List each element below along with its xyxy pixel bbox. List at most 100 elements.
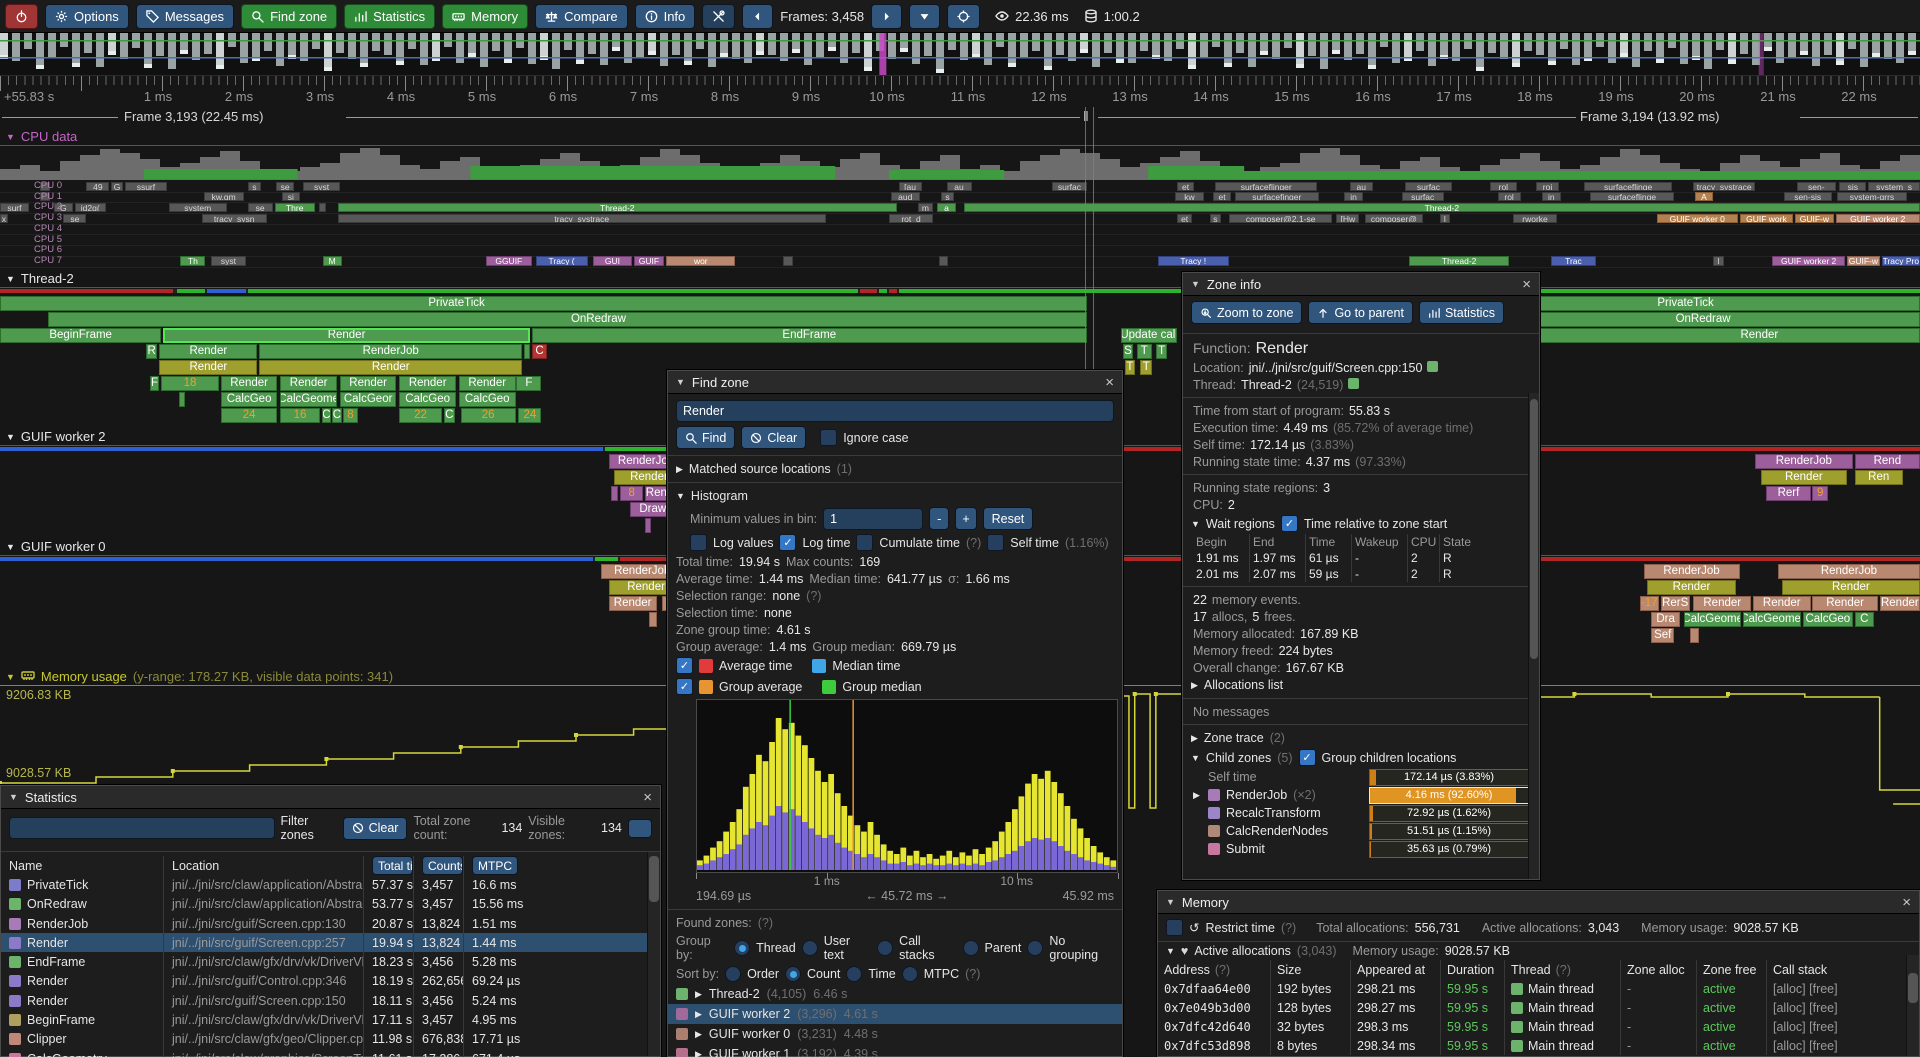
timeline-zone[interactable]: Render	[259, 360, 522, 375]
expand-icon[interactable]: ▶	[695, 1029, 702, 1040]
cpu-zone[interactable]: GGUIF	[486, 256, 532, 265]
timeline-zone[interactable]: RenderJob	[1644, 564, 1740, 579]
cpu-zone[interactable]	[319, 203, 327, 212]
tools-button[interactable]	[702, 4, 735, 29]
column-total-time[interactable]: Total time	[363, 856, 413, 875]
cpu-zone[interactable]: a	[937, 203, 956, 212]
child-zone-time-bar[interactable]: 51.51 µs (1.15%)	[1369, 823, 1529, 840]
timeline-zone[interactable]: Render	[609, 596, 657, 611]
cpu-zone[interactable]: A	[1695, 192, 1712, 201]
timeline-zone[interactable]: PrivateTick	[0, 296, 1087, 311]
column-mtpc[interactable]: MTPC	[463, 856, 660, 875]
memory-button[interactable]: Memory	[442, 4, 528, 29]
collapse-icon[interactable]: ▼	[6, 132, 15, 142]
goto-frame-button[interactable]	[947, 4, 980, 29]
cpu-zone[interactable]: au	[947, 182, 972, 191]
timeline-zone[interactable]: 8	[620, 486, 643, 501]
cpu-zone[interactable]	[783, 256, 793, 265]
timeline-zone[interactable]: 16	[280, 408, 319, 423]
child-zone-time-bar[interactable]: 35.63 µs (0.79%)	[1369, 841, 1529, 858]
group-by-radio-call-stacks[interactable]	[877, 940, 893, 956]
cpu-zone[interactable]: G	[111, 182, 123, 191]
timeline-zone[interactable]: Render	[1782, 580, 1920, 595]
column-duration[interactable]: Duration	[1440, 960, 1504, 979]
timeline-zone[interactable]: EndFrame	[532, 328, 1087, 343]
collapse-icon[interactable]: ▼	[1166, 897, 1175, 907]
timeline-zone[interactable]: Render	[399, 376, 456, 391]
child-zone-row[interactable]: ▶RenderJob(×2)4.16 ms (92.60%)	[1183, 786, 1539, 804]
timeline-zone[interactable]: Render	[159, 360, 257, 375]
timeline-zone[interactable]: Dra	[1651, 612, 1680, 627]
search-input[interactable]: Render	[676, 400, 1114, 422]
timeline-zone[interactable]: -17	[1640, 596, 1659, 611]
cpu-zone[interactable]: surfaceflinger	[1215, 182, 1317, 191]
cpu-zone[interactable]: Trac	[1551, 256, 1595, 265]
cpu-zone[interactable]: s	[1210, 214, 1222, 223]
column-thread[interactable]: Thread(?)	[1504, 960, 1620, 979]
next-frame-button[interactable]	[871, 4, 902, 29]
timeline-zone[interactable]: C	[532, 344, 547, 359]
scrollbar[interactable]	[647, 852, 660, 1056]
allocation-row[interactable]: 0x7dfaa64e00192 bytes298.21 ms59.95 sMai…	[1158, 979, 1919, 998]
timeline-zone[interactable]	[179, 392, 186, 407]
collapse-icon[interactable]: ▼	[6, 542, 15, 552]
find-button[interactable]: Find	[676, 426, 735, 449]
group-by-radio-thread[interactable]	[734, 940, 750, 956]
timeline-zone[interactable]: Render	[1880, 596, 1920, 611]
timeline-zone[interactable]: T	[1137, 344, 1152, 359]
collapse-icon[interactable]: ▼	[6, 274, 15, 284]
address-cell[interactable]: 0x7dfaa64e00	[1158, 979, 1270, 998]
cpu-zone[interactable]: tracy_systrace	[338, 214, 826, 223]
cpu-zone[interactable]: GUIF-w	[1847, 256, 1880, 265]
child-zone-time-bar[interactable]: 172.14 µs (3.83%)	[1369, 769, 1529, 786]
group-by-radio-user-text[interactable]	[802, 940, 818, 956]
thread-cell[interactable]: Main thread	[1504, 1036, 1620, 1055]
call-stack-cell[interactable]: [alloc] [free]	[1766, 998, 1919, 1017]
legend-checkbox[interactable]: ✓	[676, 657, 693, 674]
messages-button[interactable]: Messages	[136, 4, 234, 29]
timeline-zone[interactable]: Render	[280, 376, 337, 391]
thread-cell[interactable]: Main thread	[1504, 998, 1620, 1017]
table-row[interactable]: Renderjni/../jni/src/guif/Screen.cpp:150…	[1, 991, 660, 1010]
collapse-icon[interactable]: ▼	[6, 672, 15, 682]
scrollbar[interactable]	[1906, 955, 1919, 1056]
zone-group-row[interactable]: ▶GUIF worker 1(3,192)4.39 s	[668, 1044, 1122, 1057]
expand-icon[interactable]: ▶	[1193, 790, 1202, 801]
restrict-time-checkbox[interactable]	[1166, 919, 1183, 936]
timeline-zone[interactable]: 24	[518, 408, 541, 423]
cpu-zone[interactable]: [au	[899, 182, 922, 191]
zoom-to-zone-button[interactable]: Zoom to zone	[1191, 301, 1302, 324]
cpu-zone[interactable]: GUIF-w	[1795, 214, 1833, 223]
find-zone-button[interactable]: Find zone	[241, 4, 337, 29]
column-zone-alloc[interactable]: Zone alloc	[1620, 960, 1696, 979]
cpu-zone[interactable]: m	[918, 203, 933, 212]
location-value[interactable]: jni/../jni/src/guif/Screen.cpp:150	[1249, 361, 1423, 375]
collapse-icon[interactable]: ▼	[1191, 279, 1200, 289]
thread-cell[interactable]: Main thread	[1504, 1017, 1620, 1036]
timeline-zone[interactable]: C	[444, 408, 456, 423]
cpu-zone[interactable]: [Hw	[1336, 214, 1359, 223]
timeline-zone[interactable]: F	[150, 376, 160, 391]
scrollbar-thumb[interactable]	[1908, 973, 1918, 1003]
scrollbar-thumb[interactable]	[1530, 399, 1538, 659]
close-icon[interactable]: ×	[1902, 894, 1911, 911]
cpu-zone[interactable]: se	[248, 203, 273, 212]
cpu-zone[interactable]: l	[1713, 256, 1725, 265]
child-zone-time-bar[interactable]: 72.92 µs (1.62%)	[1369, 805, 1529, 822]
location-color-swatch[interactable]	[1427, 361, 1438, 372]
expand-icon[interactable]: ▶	[695, 1049, 702, 1057]
wait-column-cpu[interactable]: CPU	[1407, 534, 1439, 550]
call-stack-cell[interactable]: [alloc] [free]	[1766, 1036, 1919, 1055]
timeline-zone[interactable]: Render	[1753, 596, 1811, 611]
timeline-zone[interactable]: OnRedraw	[48, 312, 1087, 327]
cpu-zone[interactable]: surf	[0, 203, 29, 212]
timeline-zone[interactable]: Sef	[1651, 628, 1674, 643]
collapse-icon[interactable]: ▼	[1191, 519, 1200, 529]
group-by-radio-no-grouping[interactable]	[1027, 940, 1043, 956]
option-checkbox[interactable]	[856, 534, 873, 551]
cpu-zone[interactable]: rworke	[1513, 214, 1557, 223]
cpu-zone[interactable]: id2g(	[75, 203, 106, 212]
cpu-zone[interactable]: kw.gm	[204, 192, 244, 201]
memory-title-bar[interactable]: ▼ Memory ×	[1158, 891, 1919, 914]
timeline-zone[interactable]	[611, 486, 619, 501]
